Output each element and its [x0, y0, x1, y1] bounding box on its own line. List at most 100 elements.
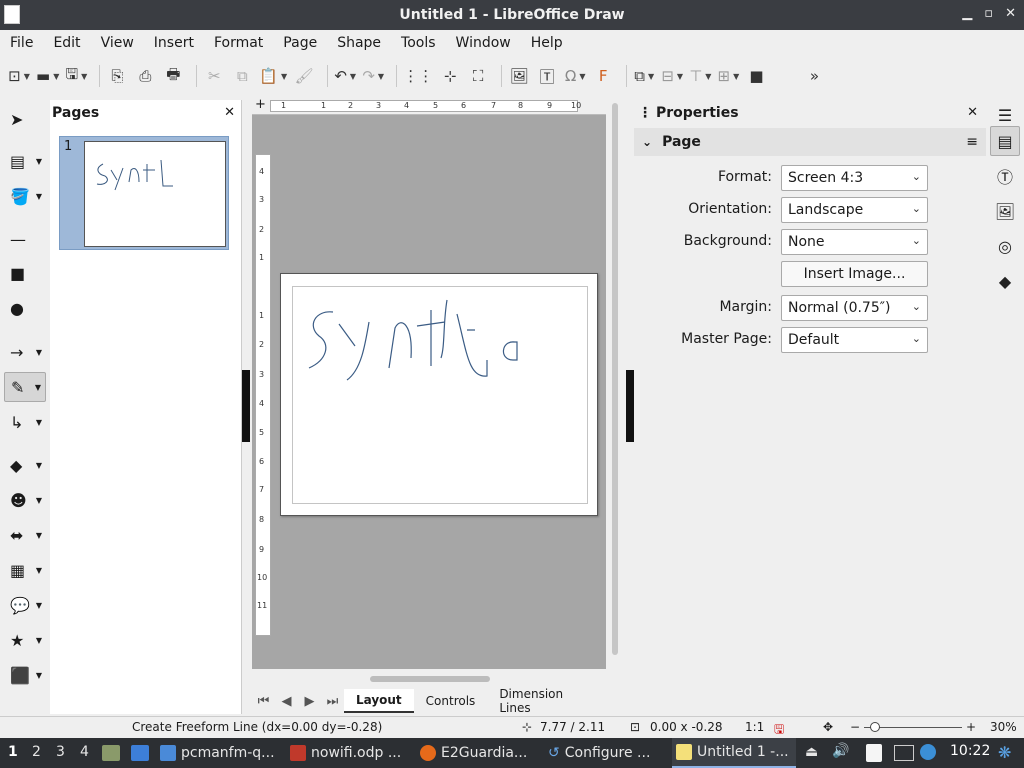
tab-dimension-lines[interactable]: Dimension Lines	[487, 687, 606, 715]
export-icon[interactable]: ⎘	[106, 63, 128, 89]
paste-icon[interactable]: 📋 ▼	[259, 63, 287, 89]
styles-deck-icon[interactable]: Ⓣ	[990, 161, 1020, 191]
menu-format[interactable]: Format	[214, 35, 273, 51]
new-document-icon[interactable]: ⊡ ▼	[8, 63, 30, 89]
menu-page[interactable]: Page	[283, 35, 327, 51]
special-character-icon[interactable]: Ω ▼	[564, 63, 586, 89]
freeform-drawing[interactable]	[281, 274, 599, 517]
stars-icon[interactable]: ★ ▼	[4, 625, 46, 655]
zoom-pan-icon[interactable]: ⛶	[467, 63, 489, 89]
menu-help[interactable]: Help	[531, 35, 573, 51]
horizontal-scroll-thumb[interactable]	[370, 676, 490, 682]
section-menu-icon[interactable]: ≡	[966, 134, 978, 150]
close-window-button[interactable]: ✕	[1005, 6, 1016, 21]
menu-insert[interactable]: Insert	[154, 35, 204, 51]
workspace-3[interactable]: 3	[56, 744, 65, 760]
task-configure[interactable]: ↺ Configure ...	[548, 738, 666, 768]
menu-view[interactable]: View	[101, 35, 144, 51]
flowchart-icon[interactable]: ▦ ▼	[4, 555, 46, 585]
helplines-icon[interactable]: ⊹	[439, 63, 461, 89]
master-page-select[interactable]: Default ⌄	[781, 327, 928, 353]
insert-image-icon[interactable]: 🖼	[508, 63, 530, 89]
last-page-icon[interactable]: ⏭	[321, 694, 344, 709]
drag-handle-icon[interactable]: ⋮	[638, 105, 652, 121]
zoom-percentage[interactable]: 30%	[990, 720, 1017, 734]
tab-layout[interactable]: Layout	[343, 689, 414, 713]
align-icon[interactable]: ⊟ ▼	[661, 63, 683, 89]
desktop-launcher-icon[interactable]	[131, 745, 149, 761]
maximize-button[interactable]: ▫	[984, 6, 993, 21]
fit-page-icon[interactable]: ✥	[823, 720, 833, 734]
curve-freeform-icon[interactable]: ✎ ▼	[4, 372, 46, 402]
task-nowifi[interactable]: nowifi.odp ...	[290, 738, 410, 768]
fontwork-icon[interactable]: F	[592, 63, 614, 89]
left-panel-collapse-handle[interactable]	[242, 370, 250, 442]
close-sidebar-icon[interactable]: ✕	[967, 105, 978, 120]
more-tools-icon[interactable]: »	[803, 63, 825, 89]
horizontal-scrollbar[interactable]	[252, 672, 606, 686]
page-section-header[interactable]: ⌄ Page ≡	[634, 128, 986, 156]
gallery-deck-icon[interactable]: 🖼	[990, 196, 1020, 226]
workspace-4[interactable]: 4	[80, 744, 89, 760]
first-page-icon[interactable]: ⏮	[252, 694, 275, 709]
shadow-icon[interactable]: ■	[745, 63, 767, 89]
cut-icon[interactable]: ✂	[203, 63, 225, 89]
file-manager-launcher-icon[interactable]	[102, 745, 120, 761]
task-untitled-draw[interactable]: Untitled 1 -...	[672, 738, 796, 768]
zoom-slider-knob[interactable]	[870, 722, 880, 732]
basic-shapes-icon[interactable]: ◆ ▼	[4, 450, 46, 480]
line-tool-icon[interactable]: —	[4, 224, 46, 254]
minimize-button[interactable]: ▁	[962, 6, 972, 21]
menu-window[interactable]: Window	[456, 35, 521, 51]
distribute-icon[interactable]: ⊞ ▼	[717, 63, 740, 89]
shapes-deck-icon[interactable]: ◆	[990, 266, 1020, 296]
next-page-icon[interactable]: ▶	[298, 694, 321, 709]
block-arrows-icon[interactable]: ⬌ ▼	[4, 520, 46, 550]
close-pages-panel-icon[interactable]: ✕	[224, 105, 235, 120]
navigator-deck-icon[interactable]: ◎	[990, 231, 1020, 261]
system-menu-icon[interactable]: ❋	[998, 743, 1011, 762]
vertical-scrollbar[interactable]	[607, 97, 623, 669]
background-select[interactable]: None ⌄	[781, 229, 928, 255]
orientation-select[interactable]: Landscape ⌄	[781, 197, 928, 223]
task-pcmanfm[interactable]: pcmanfm-q...	[160, 738, 280, 768]
save-icon[interactable]: 🖫 ▼	[65, 63, 87, 89]
connector-icon[interactable]: ↳ ▼	[4, 407, 46, 437]
task-e2guardian[interactable]: E2Guardia...	[420, 738, 540, 768]
rectangle-tool-icon[interactable]: ■	[4, 258, 46, 288]
format-select[interactable]: Screen 4:3 ⌄	[781, 165, 928, 191]
line-color-icon[interactable]: ▤ ▼	[4, 146, 46, 176]
copy-icon[interactable]: ⧉	[231, 63, 253, 89]
arrange-icon[interactable]: ⊤ ▼	[689, 63, 711, 89]
clone-formatting-icon[interactable]: 🖌	[293, 63, 315, 89]
volume-icon[interactable]: 🔊	[832, 743, 849, 759]
workspace-2[interactable]: 2	[32, 744, 41, 760]
clipboard-icon[interactable]	[866, 744, 882, 762]
drawing-page[interactable]	[280, 273, 598, 516]
notification-icon[interactable]	[920, 744, 936, 760]
transformations-icon[interactable]: ⧉ ▼	[633, 63, 655, 89]
lines-arrows-icon[interactable]: → ▼	[4, 337, 46, 367]
workspace-1[interactable]: 1	[8, 744, 18, 760]
sidebar-collapse-handle[interactable]	[626, 370, 634, 442]
zoom-out-icon[interactable]: −	[850, 720, 860, 734]
page-thumbnail[interactable]: 1	[59, 136, 229, 250]
eject-icon[interactable]: ⏏	[805, 744, 818, 760]
zoom-in-icon[interactable]: +	[966, 720, 976, 734]
grid-icon[interactable]: ⋮⋮	[403, 63, 433, 89]
collapse-chevron-icon[interactable]: ⌄	[642, 135, 652, 149]
ellipse-tool-icon[interactable]: ●	[4, 293, 46, 323]
callouts-icon[interactable]: 💬 ▼	[4, 590, 46, 620]
previous-page-icon[interactable]: ◀	[275, 694, 298, 709]
menu-file[interactable]: File	[10, 35, 43, 51]
clock[interactable]: 10:22	[950, 743, 990, 759]
undo-icon[interactable]: ↶ ▼	[334, 63, 356, 89]
vertical-scroll-thumb[interactable]	[612, 103, 618, 655]
insert-textbox-icon[interactable]: 🅃	[536, 63, 558, 89]
network-icon[interactable]	[894, 745, 914, 761]
margin-select[interactable]: Normal (0.75″) ⌄	[781, 295, 928, 321]
export-pdf-icon[interactable]: ⎙	[134, 63, 156, 89]
properties-deck-icon[interactable]: ▤	[990, 126, 1020, 156]
redo-icon[interactable]: ↷ ▼	[362, 63, 384, 89]
tab-controls[interactable]: Controls	[414, 689, 488, 713]
